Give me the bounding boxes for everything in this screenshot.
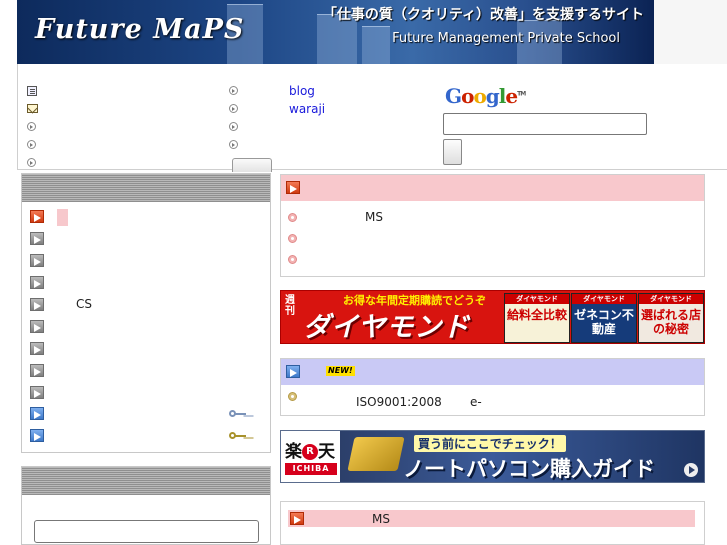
key-icon	[229, 410, 247, 418]
google-logo: GoogleTM	[445, 84, 526, 108]
bullet-icon	[229, 140, 238, 149]
bullet-icon	[288, 392, 297, 401]
bullet-icon	[229, 122, 238, 131]
search-button[interactable]	[443, 139, 462, 165]
ad-line-1: 買う前にここでチェック！	[414, 435, 566, 452]
new-badge: NEW!	[326, 366, 355, 376]
bullet-icon	[229, 104, 238, 113]
document-icon[interactable]	[27, 86, 37, 96]
site-subtitle: Future Management Private School	[392, 31, 620, 46]
ad-title: ダイヤモンド	[303, 312, 471, 343]
highlight-mark	[57, 209, 68, 226]
menu-item-cs[interactable]: CS	[76, 297, 92, 311]
arrow-icon[interactable]	[30, 407, 44, 420]
bullet-icon	[288, 234, 297, 243]
right-item-suffix[interactable]: e-	[470, 395, 482, 409]
magazine-cover: ダイヤモンド 選ばれる店の秘密	[638, 293, 704, 343]
magazine-cover: ダイヤモンド 給料全比較	[504, 293, 570, 343]
arrow-icon[interactable]	[30, 276, 44, 289]
nav-button[interactable]	[232, 158, 272, 172]
mail-icon[interactable]	[27, 104, 38, 113]
banner-spacer	[654, 0, 727, 64]
right-item-ms[interactable]: MS	[365, 210, 383, 224]
building-graphic	[362, 26, 390, 64]
site-banner[interactable]: Future MaPS 「仕事の質（クオリティ）改善」を支援するサイト Futu…	[17, 0, 654, 64]
ad-line-2: ノートパソコン購入ガイド	[403, 457, 655, 481]
left-menu-header	[22, 174, 270, 202]
arrow-icon[interactable]	[30, 298, 44, 311]
magazine-cover: ダイヤモンド ゼネコン不動産	[571, 293, 637, 343]
arrow-icon[interactable]	[286, 365, 300, 378]
arrow-icon[interactable]	[30, 232, 44, 245]
right-box-pink	[280, 174, 705, 277]
right-box-header	[281, 175, 704, 201]
arrow-icon[interactable]	[30, 386, 44, 399]
arrow-icon[interactable]	[30, 342, 44, 355]
bullet-icon	[27, 122, 36, 131]
bullet-icon	[27, 158, 36, 167]
bullet-icon	[288, 213, 297, 222]
rakuten-logo: 楽R天	[285, 442, 335, 462]
search-input[interactable]	[443, 113, 647, 135]
left-search-header	[22, 467, 270, 495]
arrow-icon[interactable]	[30, 364, 44, 377]
arrow-icon[interactable]	[30, 320, 44, 333]
site-logo: Future MaPS	[35, 14, 245, 45]
right-item-iso[interactable]: ISO9001:2008	[356, 395, 442, 409]
nav-link-waraji[interactable]: waraji	[289, 102, 325, 116]
site-tagline: 「仕事の質（クオリティ）改善」を支援するサイト	[322, 7, 644, 23]
nav-link-blog[interactable]: blog	[289, 84, 315, 98]
arrow-icon[interactable]	[30, 429, 44, 442]
play-icon[interactable]	[684, 463, 698, 477]
bullet-icon	[27, 140, 36, 149]
arrow-icon[interactable]	[286, 181, 300, 194]
arrow-icon[interactable]	[30, 210, 44, 223]
right-box-bottom-header	[288, 510, 695, 527]
bullet-icon	[229, 86, 238, 95]
key-icon	[229, 432, 247, 440]
diamond-ad-banner[interactable]: 週刊 お得な年間定期購読でどうぞ ダイヤモンド ダイヤモンド 給料全比較 ダイヤ…	[280, 290, 705, 344]
rakuten-ad-banner[interactable]: 楽R天 ICHIBA 買う前にここでチェック！ ノートパソコン購入ガイド	[280, 430, 705, 483]
right-item-ms-bottom[interactable]: MS	[372, 512, 390, 526]
bullet-icon	[288, 255, 297, 264]
laptop-graphic	[347, 437, 405, 471]
arrow-icon[interactable]	[290, 512, 304, 525]
arrow-icon[interactable]	[30, 254, 44, 267]
left-search-input[interactable]	[34, 520, 259, 543]
